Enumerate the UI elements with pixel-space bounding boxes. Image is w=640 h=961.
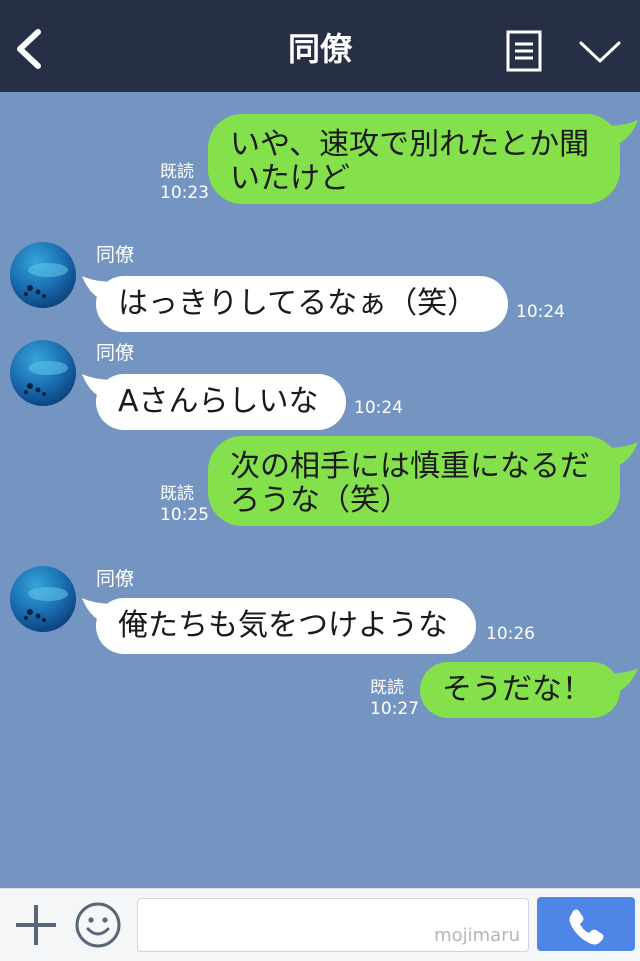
message-status: 既読 10:27	[370, 678, 419, 720]
message-time: 10:23	[160, 183, 209, 203]
message-bubble[interactable]: はっきりしてるなぁ（笑）	[96, 276, 508, 332]
chat-header: 同僚	[0, 0, 640, 92]
message-status: 既読 10:23	[160, 162, 209, 204]
avatar-image	[24, 587, 68, 622]
message-time: 10:24	[354, 398, 403, 418]
message-status: 既読 10:25	[160, 484, 209, 526]
avatar[interactable]	[10, 242, 76, 308]
chevron-down-icon	[579, 41, 621, 63]
avatar[interactable]	[10, 566, 76, 632]
sender-name: 同僚	[96, 342, 135, 364]
emoji-button[interactable]	[74, 901, 122, 949]
plus-icon	[16, 905, 56, 945]
add-attachment-button[interactable]	[14, 903, 58, 947]
message-time: 10:26	[486, 624, 535, 644]
read-receipt: 既読	[370, 678, 404, 698]
message-time: 10:24	[516, 302, 565, 322]
read-receipt: 既読	[160, 162, 194, 182]
phone-icon	[569, 909, 604, 945]
message-bubble[interactable]: そうだな！	[420, 662, 620, 718]
message-text-line: いたけど	[230, 161, 350, 196]
watermark-text: mojimaru	[434, 925, 520, 946]
menu-icon	[506, 30, 542, 72]
avatar[interactable]	[10, 340, 76, 406]
message-text: Aさんらしいな	[118, 384, 319, 419]
message-bubble[interactable]: いや、速攻で別れたとか聞 いたけど	[208, 114, 620, 204]
message-text: そうだな！	[442, 672, 592, 707]
message-bubble[interactable]: 次の相手には慎重になるだ ろうな（笑）	[208, 436, 620, 526]
chat-title: 同僚	[287, 30, 352, 68]
message-text-line: ろうな（笑）	[230, 483, 410, 518]
call-button[interactable]	[537, 897, 635, 951]
message-bubble[interactable]: 俺たちも気をつけような	[96, 598, 476, 654]
message-time: 10:25	[160, 505, 209, 525]
message-text-line: 次の相手には慎重になるだ	[230, 449, 590, 484]
collapse-button[interactable]	[578, 38, 622, 66]
read-receipt: 既読	[160, 484, 194, 504]
message-time: 10:27	[370, 699, 419, 719]
message-text-line: いや、速攻で別れたとか聞	[230, 127, 590, 162]
sender-name: 同僚	[96, 568, 135, 590]
message-text: はっきりしてるなぁ（笑）	[118, 286, 478, 321]
avatar-image	[24, 263, 68, 298]
message-text: 俺たちも気をつけような	[118, 608, 448, 643]
menu-button[interactable]	[506, 30, 542, 72]
avatar-image	[24, 361, 68, 396]
message-bubble[interactable]: Aさんらしいな	[96, 374, 346, 430]
input-bar: mojimaru	[0, 888, 640, 961]
emoji-icon	[75, 902, 121, 948]
sender-name: 同僚	[96, 244, 135, 266]
